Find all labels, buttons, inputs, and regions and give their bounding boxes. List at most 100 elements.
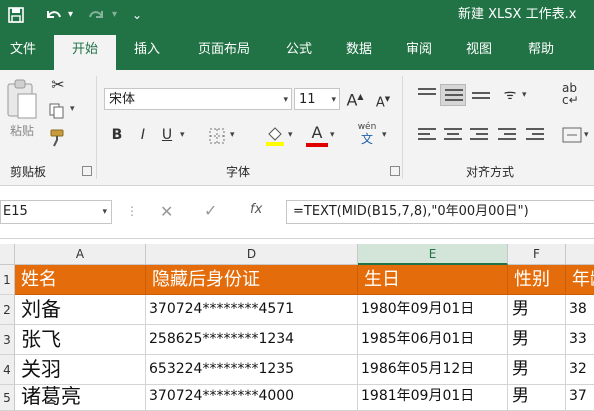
font-color-dropdown-icon[interactable]: ▾ bbox=[330, 130, 335, 140]
redo-icon[interactable] bbox=[88, 4, 106, 29]
row-header[interactable]: 1 bbox=[0, 265, 15, 295]
name-box[interactable]: E15 ▾ bbox=[0, 200, 112, 224]
tab-page-layout[interactable]: 页面布局 bbox=[186, 39, 262, 70]
row-header[interactable]: 2 bbox=[0, 295, 15, 325]
align-center-icon[interactable] bbox=[444, 128, 462, 143]
undo-icon[interactable] bbox=[44, 4, 62, 29]
align-left-icon[interactable] bbox=[418, 128, 436, 143]
table-cell[interactable]: 张飞 bbox=[15, 325, 146, 355]
chevron-down-icon: ▾ bbox=[283, 95, 288, 105]
row-header[interactable]: 3 bbox=[0, 325, 15, 355]
ribbon-home: 粘贴 ✂ ▾ 剪贴板 x 宋体 ▾ 11 ▾ A▲ A▼ B I U ▾ ▾ ▾… bbox=[0, 70, 594, 186]
phonetic-button[interactable]: wén 文 bbox=[354, 122, 380, 146]
table-cell[interactable]: 刘备 bbox=[15, 295, 146, 325]
font-color-button[interactable]: A bbox=[306, 124, 328, 148]
table-cell[interactable]: 1985年06月01日 bbox=[358, 325, 508, 355]
undo-dropdown-icon[interactable]: ▾ bbox=[68, 4, 73, 26]
paste-icon[interactable] bbox=[4, 78, 40, 122]
phonetic-dropdown-icon[interactable]: ▾ bbox=[382, 130, 387, 140]
format-painter-icon[interactable] bbox=[48, 128, 68, 148]
column-header-f[interactable]: F bbox=[508, 244, 566, 264]
table-cell[interactable]: 1980年09月01日 bbox=[358, 295, 508, 325]
orientation-icon[interactable]: ᯤ bbox=[500, 86, 520, 104]
tab-data[interactable]: 数据 bbox=[336, 39, 382, 70]
table-cell[interactable]: 男 bbox=[508, 385, 566, 411]
decrease-indent-icon[interactable] bbox=[498, 128, 516, 143]
table-cell[interactable]: 32 bbox=[566, 355, 594, 385]
table-cell[interactable]: 370724********4571 bbox=[146, 295, 358, 325]
select-all-corner[interactable] bbox=[0, 244, 15, 264]
table-cell[interactable]: 男 bbox=[508, 355, 566, 385]
row-header[interactable]: 4 bbox=[0, 355, 15, 385]
shrink-font-button[interactable]: A▼ bbox=[374, 90, 392, 112]
tab-review[interactable]: 审阅 bbox=[396, 39, 442, 70]
more-options-icon: ⋮ bbox=[126, 204, 138, 218]
cut-icon[interactable]: ✂ bbox=[48, 76, 68, 94]
table-cell[interactable]: 370724********4000 bbox=[146, 385, 358, 411]
tab-view[interactable]: 视图 bbox=[456, 39, 502, 70]
table-cell[interactable]: 诸葛亮 bbox=[15, 385, 146, 411]
tab-home[interactable]: 开始 bbox=[54, 35, 116, 70]
bold-button[interactable]: B bbox=[108, 126, 126, 144]
table-cell[interactable]: 关羽 bbox=[15, 355, 146, 385]
fill-color-dropdown-icon[interactable]: ▾ bbox=[288, 130, 293, 140]
ribbon-tabs: 文件 开始 插入 页面布局 公式 数据 审阅 视图 帮助 bbox=[0, 30, 594, 70]
fill-color-icon[interactable] bbox=[264, 124, 286, 148]
align-bottom-icon[interactable] bbox=[472, 92, 490, 102]
align-middle-button[interactable] bbox=[440, 84, 466, 106]
formula-input[interactable]: =TEXT(MID(B15,7,8),"0年00月00日") bbox=[286, 200, 594, 224]
row-header[interactable]: 5 bbox=[0, 385, 15, 411]
font-size-combo[interactable]: 11 ▾ bbox=[294, 88, 340, 110]
clipboard-launcher-icon[interactable]: x bbox=[82, 166, 92, 176]
title-bar: ▾ ▾ ⌄ 新建 XLSX 工作表.x bbox=[0, 0, 594, 30]
merge-center-icon[interactable] bbox=[562, 126, 582, 144]
table-cell[interactable]: 1986年05月12日 bbox=[358, 355, 508, 385]
table-cell[interactable]: 姓名 bbox=[15, 265, 146, 295]
font-launcher-icon[interactable]: x bbox=[390, 166, 400, 176]
table-cell[interactable]: 33 bbox=[566, 325, 594, 355]
tab-formulas[interactable]: 公式 bbox=[276, 39, 322, 70]
orientation-dropdown-icon[interactable]: ▾ bbox=[522, 90, 527, 100]
chevron-down-icon: ▾ bbox=[331, 95, 336, 105]
table-cell[interactable]: 258625********1234 bbox=[146, 325, 358, 355]
table-cell[interactable]: 1981年09月01日 bbox=[358, 385, 508, 411]
align-right-icon[interactable] bbox=[470, 128, 488, 143]
underline-dropdown-icon[interactable]: ▾ bbox=[180, 130, 185, 140]
table-cell[interactable]: 男 bbox=[508, 325, 566, 355]
table-cell[interactable]: 653224********1235 bbox=[146, 355, 358, 385]
copy-dropdown-icon[interactable]: ▾ bbox=[70, 104, 75, 114]
wrap-text-icon[interactable]: ab c↵ bbox=[562, 82, 584, 110]
merge-dropdown-icon[interactable]: ▾ bbox=[584, 130, 589, 140]
column-header-d[interactable]: D bbox=[146, 244, 358, 264]
copy-icon[interactable] bbox=[48, 102, 68, 120]
insert-function-button[interactable]: fx bbox=[250, 202, 262, 217]
table-cell[interactable]: 男 bbox=[508, 295, 566, 325]
increase-indent-icon[interactable] bbox=[526, 128, 544, 143]
column-header-g[interactable] bbox=[566, 244, 594, 264]
customize-qat-icon[interactable]: ⌄ bbox=[132, 4, 142, 26]
tab-insert[interactable]: 插入 bbox=[124, 39, 170, 70]
font-name-combo[interactable]: 宋体 ▾ bbox=[104, 88, 292, 110]
table-cell[interactable]: 生日 bbox=[358, 265, 508, 295]
table-cell[interactable]: 38 bbox=[566, 295, 594, 325]
table-cell[interactable]: 性别 bbox=[508, 265, 566, 295]
redo-dropdown-icon[interactable]: ▾ bbox=[112, 4, 117, 26]
align-top-icon[interactable] bbox=[418, 88, 436, 103]
tab-help[interactable]: 帮助 bbox=[518, 39, 564, 70]
cancel-icon[interactable]: ✕ bbox=[160, 202, 173, 221]
table-cell[interactable]: 隐藏后身份证 bbox=[146, 265, 358, 295]
grow-font-button[interactable]: A▲ bbox=[346, 88, 364, 109]
table-cell[interactable]: 年龄 bbox=[566, 265, 594, 295]
tab-file[interactable]: 文件 bbox=[0, 39, 46, 70]
save-icon[interactable] bbox=[8, 4, 24, 29]
column-header-a[interactable]: A bbox=[15, 244, 146, 264]
italic-button[interactable]: I bbox=[134, 126, 152, 144]
enter-icon[interactable]: ✓ bbox=[204, 201, 217, 220]
borders-icon[interactable] bbox=[208, 127, 226, 145]
table-cell[interactable]: 37 bbox=[566, 385, 594, 411]
paste-button[interactable]: 粘贴 bbox=[2, 122, 42, 139]
underline-button[interactable]: U bbox=[158, 126, 176, 144]
font-color-swatch bbox=[306, 143, 328, 147]
borders-dropdown-icon[interactable]: ▾ bbox=[230, 130, 235, 140]
column-header-e[interactable]: E bbox=[358, 244, 508, 265]
